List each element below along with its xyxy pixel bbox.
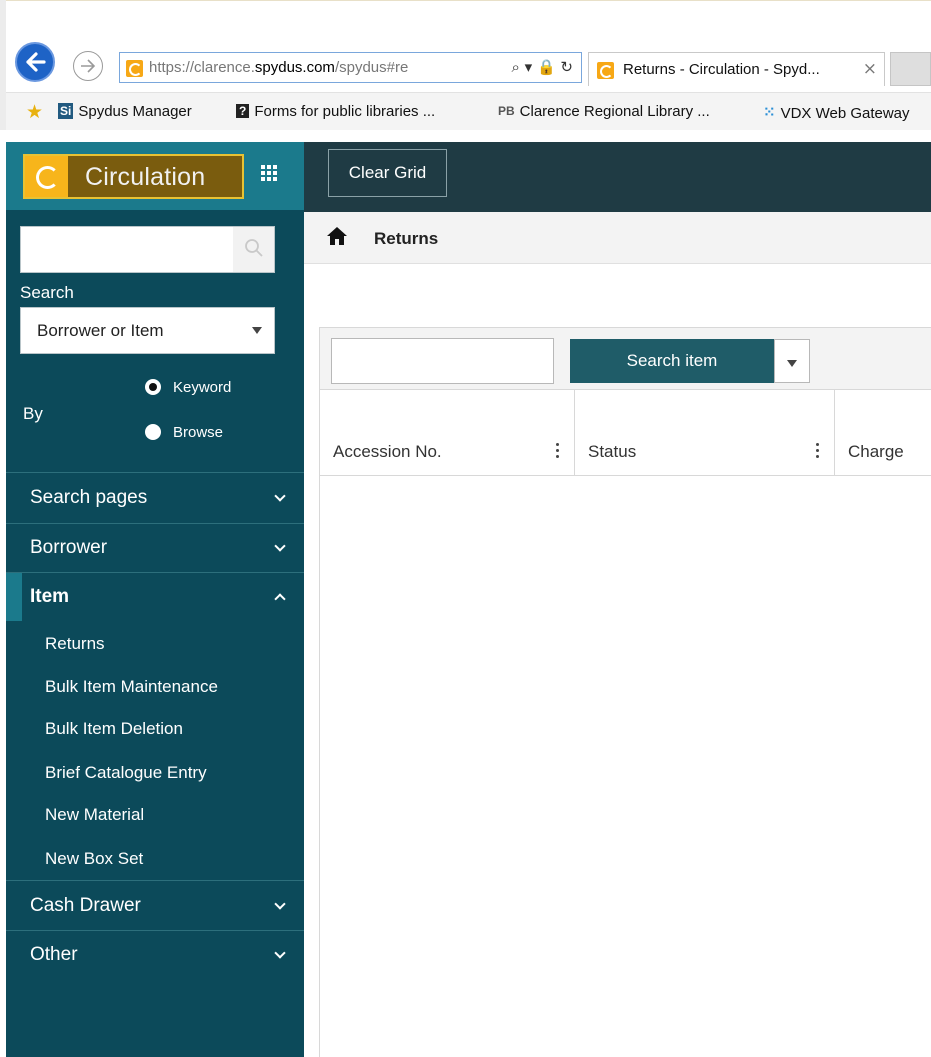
- favorites-star-icon[interactable]: ★: [26, 101, 43, 123]
- returns-panel: Search item Accession No. Status Charge: [319, 327, 931, 1057]
- clear-grid-button[interactable]: Clear Grid: [328, 149, 447, 197]
- item-search-toolbar: Search item: [320, 328, 931, 390]
- column-charge[interactable]: Charge: [835, 390, 931, 476]
- favorite-vdx-web-gateway[interactable]: ⁙ VDX Web Gateway: [763, 103, 910, 122]
- column-menu-icon[interactable]: [816, 443, 820, 461]
- column-accession-no[interactable]: Accession No.: [320, 390, 575, 476]
- forward-arrow-icon: [81, 59, 96, 73]
- nav-search-pages[interactable]: Search pages: [6, 474, 304, 522]
- window-top-edge: [6, 0, 931, 8]
- nav-sub-new-material[interactable]: New Material: [45, 805, 144, 825]
- apps-grid-icon[interactable]: [261, 165, 277, 181]
- pb-icon: PB: [498, 104, 515, 118]
- nav-other-label: Other: [30, 944, 78, 965]
- forward-button[interactable]: [73, 51, 103, 81]
- module-header: Circulation: [6, 142, 304, 210]
- back-arrow-icon: [26, 52, 46, 72]
- nav-divider: [6, 472, 304, 473]
- nav-sub-returns[interactable]: Returns: [45, 634, 105, 654]
- favorite-clarence-regional-library[interactable]: PB Clarence Regional Library ...: [498, 103, 710, 120]
- spydus-icon: Si: [58, 103, 74, 119]
- radio-keyword[interactable]: [145, 379, 161, 395]
- radio-browse-label[interactable]: Browse: [173, 424, 223, 441]
- nav-item[interactable]: Item: [6, 573, 304, 621]
- active-indicator: [6, 573, 22, 621]
- question-icon: ?: [236, 104, 250, 118]
- sidebar: Circulation Search Borrower or Item By K…: [6, 142, 304, 1057]
- nav-sub-new-box-set[interactable]: New Box Set: [45, 849, 143, 869]
- nav-sub-bulk-item-maintenance[interactable]: Bulk Item Maintenance: [45, 677, 218, 697]
- browser-tab-returns[interactable]: Returns - Circulation - Spyd... ×: [588, 52, 885, 86]
- nav-search-pages-label: Search pages: [30, 487, 148, 508]
- breadcrumb: Returns: [304, 212, 931, 264]
- search-options-dropdown[interactable]: [774, 339, 810, 383]
- module-switcher[interactable]: Circulation: [23, 154, 244, 199]
- chevron-down-icon: [274, 490, 286, 502]
- nav-borrower[interactable]: Borrower: [6, 524, 304, 572]
- vdx-icon: ⁙: [763, 104, 776, 121]
- search-icon: [245, 239, 263, 257]
- chevron-down-icon: [274, 540, 286, 552]
- nav-sub-bulk-item-deletion[interactable]: Bulk Item Deletion: [45, 719, 183, 739]
- main-toolbar: Clear Grid: [304, 142, 931, 212]
- circulation-icon: [25, 156, 68, 197]
- browser-chrome: https://clarence.spydus.com/spydus#re ⌕ …: [0, 0, 931, 130]
- favorites-bar: ★ Si Spydus Manager ? Forms for public lib…: [6, 92, 931, 130]
- tab-favicon-icon: [597, 62, 614, 79]
- column-status[interactable]: Status: [575, 390, 835, 476]
- nav-other[interactable]: Other: [6, 931, 304, 979]
- module-title: Circulation: [85, 163, 206, 191]
- radio-keyword-label[interactable]: Keyword: [173, 379, 231, 396]
- chevron-up-icon: [274, 593, 286, 605]
- column-header-label: Status: [588, 442, 637, 461]
- nav-item-label: Item: [30, 586, 70, 607]
- column-header-label: Charge: [848, 442, 904, 461]
- quick-search: [20, 226, 275, 273]
- by-label: By: [23, 404, 43, 423]
- tab-title: Returns - Circulation - Spyd...: [623, 61, 820, 78]
- chevron-down-icon: [274, 898, 286, 910]
- grid-header: Accession No. Status Charge: [320, 390, 931, 476]
- item-barcode-input[interactable]: [331, 338, 554, 384]
- address-url[interactable]: https://clarence.spydus.com/spydus#re: [149, 59, 408, 76]
- search-label: Search: [20, 283, 74, 302]
- nav-borrower-label: Borrower: [30, 537, 108, 558]
- quick-search-button[interactable]: [233, 227, 274, 272]
- column-header-label: Accession No.: [333, 442, 442, 461]
- caret-down-icon: [252, 327, 262, 334]
- favorite-forms-public-libraries[interactable]: ? Forms for public libraries ...: [236, 103, 435, 120]
- nav-divider: [6, 880, 304, 881]
- quick-search-input[interactable]: [21, 227, 233, 272]
- nav-cash-drawer[interactable]: Cash Drawer: [6, 882, 304, 930]
- nav-sub-brief-catalogue-entry[interactable]: Brief Catalogue Entry: [45, 763, 207, 783]
- tab-close-icon[interactable]: ×: [863, 59, 877, 79]
- radio-browse[interactable]: [145, 424, 161, 440]
- address-actions-icons[interactable]: ⌕ ▾ 🔒 ↻: [512, 58, 573, 76]
- favorite-spydus-manager[interactable]: Si Spydus Manager: [58, 103, 192, 120]
- chevron-down-icon: [274, 947, 286, 959]
- column-menu-icon[interactable]: [556, 443, 560, 461]
- nav-cash-drawer-label: Cash Drawer: [30, 895, 141, 916]
- search-type-select[interactable]: Borrower or Item: [20, 307, 275, 354]
- site-favicon-icon: [126, 60, 143, 77]
- address-bar[interactable]: https://clarence.spydus.com/spydus#re ⌕ …: [119, 52, 582, 83]
- back-button[interactable]: [15, 42, 55, 82]
- new-tab-button[interactable]: [890, 52, 931, 86]
- home-icon[interactable]: [326, 226, 348, 246]
- search-type-value: Borrower or Item: [37, 321, 164, 340]
- search-item-button[interactable]: Search item: [570, 339, 774, 383]
- breadcrumb-current: Returns: [374, 229, 439, 248]
